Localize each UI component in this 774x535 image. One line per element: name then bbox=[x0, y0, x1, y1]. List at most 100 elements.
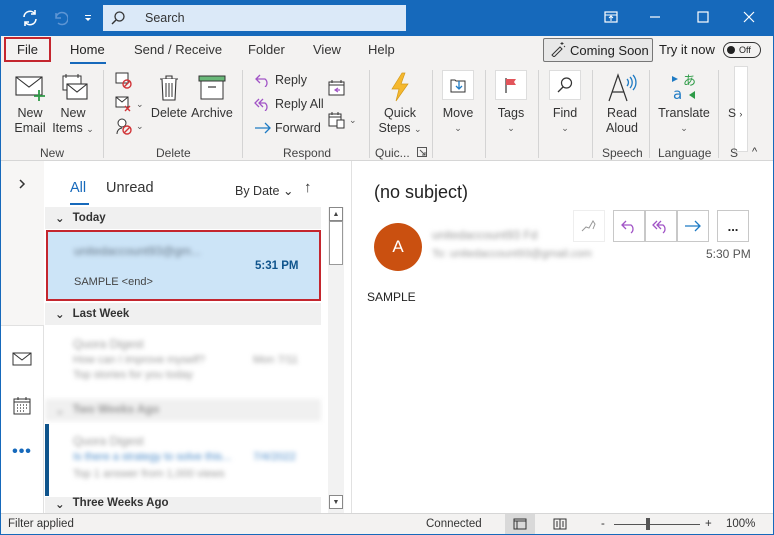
ribbon-display-icon[interactable] bbox=[599, 6, 623, 28]
quick-steps-button[interactable]: Quick Steps ⌄ bbox=[378, 72, 422, 137]
message-sender: Quora Digest bbox=[73, 434, 144, 448]
message-item[interactable]: Quora Digest Is there a strategy to solv… bbox=[45, 424, 321, 496]
new-outlook-toggle[interactable]: Off bbox=[723, 42, 761, 58]
new-email-label-2: Email bbox=[14, 121, 46, 135]
forward-action-button[interactable] bbox=[677, 210, 709, 242]
flag-icon bbox=[495, 70, 527, 100]
tab-send-receive[interactable]: Send / Receive bbox=[134, 42, 222, 57]
reply-all-action-button[interactable] bbox=[645, 210, 677, 242]
chevron-down-icon: ⌄ bbox=[136, 98, 144, 109]
zoom-slider-track[interactable] bbox=[614, 524, 700, 525]
sender-address[interactable]: unitedaccount93 Fd bbox=[432, 228, 537, 242]
tab-home[interactable]: Home bbox=[70, 42, 105, 57]
group-header-today[interactable]: ⌄ Today bbox=[45, 207, 321, 229]
selected-message-item[interactable]: unitedaccount93@gm... 5:31 PM SAMPLE <en… bbox=[46, 230, 321, 301]
new-email-button[interactable]: New Email bbox=[12, 74, 48, 136]
sort-by-label: By Date bbox=[235, 184, 280, 198]
sync-icon[interactable] bbox=[20, 8, 40, 28]
read-aloud-button[interactable]: Read Aloud bbox=[600, 72, 644, 136]
find-button[interactable]: Find ⌄ bbox=[548, 70, 582, 136]
translate-button[interactable]: aあ Translate ⌄ bbox=[656, 72, 712, 136]
ignore-button[interactable] bbox=[115, 72, 133, 90]
coming-soon-button[interactable]: Coming Soon bbox=[543, 38, 653, 62]
zoom-level[interactable]: 100% bbox=[726, 518, 755, 530]
tags-label: Tags bbox=[497, 106, 525, 120]
message-subject: Is there a strategy to solve this... bbox=[73, 451, 232, 463]
group-separator bbox=[592, 70, 593, 158]
meeting-reply-button[interactable] bbox=[328, 79, 346, 97]
quick-steps-label-1: Quick bbox=[384, 106, 416, 120]
tags-button[interactable]: Tags ⌄ bbox=[494, 70, 528, 136]
tab-file[interactable]: File bbox=[4, 37, 51, 62]
reading-view-button[interactable] bbox=[545, 514, 575, 534]
new-items-label-1: New bbox=[60, 106, 86, 120]
delete-button[interactable]: Delete bbox=[150, 74, 188, 121]
sender-avatar[interactable]: A bbox=[374, 223, 422, 271]
message-preview: Top 1 answer from 1,000 views bbox=[73, 468, 225, 480]
filter-unread-tab[interactable]: Unread bbox=[106, 180, 154, 196]
group-label-respond: Respond bbox=[283, 146, 332, 160]
chevron-down-icon: ⌄ bbox=[55, 499, 65, 511]
reply-action-button[interactable] bbox=[613, 210, 645, 242]
mail-icon[interactable] bbox=[12, 349, 32, 369]
maximize-icon[interactable] bbox=[691, 6, 715, 28]
junk-button[interactable]: ⌄ bbox=[115, 117, 144, 135]
filter-status: Filter applied bbox=[8, 518, 74, 530]
message-list-scrollbar[interactable]: ▲ ▼ bbox=[328, 207, 344, 513]
chevron-down-icon: ⌄ bbox=[55, 213, 65, 225]
filter-all-tab[interactable]: All bbox=[70, 180, 86, 196]
undo-icon[interactable] bbox=[50, 8, 70, 28]
zoom-in-button[interactable]: + bbox=[705, 518, 712, 530]
reply-all-button[interactable]: Reply All bbox=[254, 97, 324, 111]
group-label-new: New bbox=[40, 146, 65, 160]
collapse-ribbon-icon[interactable]: ^ bbox=[752, 146, 757, 158]
sort-direction-icon[interactable]: ↑ bbox=[304, 179, 312, 196]
chevron-down-icon: ⌄ bbox=[55, 405, 65, 417]
message-item[interactable]: Quora Digest How can I improve myself? M… bbox=[45, 327, 321, 397]
message-preview: SAMPLE <end> bbox=[74, 276, 153, 288]
more-actions-button[interactable]: ... bbox=[717, 210, 749, 242]
expand-folder-pane-icon[interactable] bbox=[12, 174, 32, 194]
svg-text:あ: あ bbox=[683, 74, 696, 89]
clean-up-button[interactable]: ⌄ bbox=[115, 95, 144, 113]
tab-view[interactable]: View bbox=[313, 42, 341, 57]
scroll-down-icon[interactable]: ▼ bbox=[329, 495, 343, 509]
group-header-three-weeks-ago[interactable]: ⌄ Three Weeks Ago bbox=[45, 497, 321, 513]
dialog-launcher-icon[interactable] bbox=[417, 147, 427, 157]
quick-access-dropdown-icon[interactable] bbox=[78, 8, 98, 28]
move-icon bbox=[442, 70, 474, 100]
new-items-button[interactable]: New Items ⌄ bbox=[52, 74, 94, 137]
group-header-last-week[interactable]: ⌄ Last Week bbox=[45, 303, 321, 325]
zoom-slider-thumb[interactable] bbox=[646, 518, 651, 530]
zoom-out-button[interactable]: - bbox=[601, 518, 605, 530]
reply-all-icon bbox=[652, 220, 666, 234]
more-respond-button[interactable]: ⌄ bbox=[328, 111, 357, 129]
group-header-two-weeks-ago[interactable]: ⌄ Two Weeks Ago bbox=[45, 399, 321, 421]
forward-button[interactable]: Forward bbox=[254, 121, 321, 135]
tab-folder[interactable]: Folder bbox=[248, 42, 285, 57]
sort-by-dropdown[interactable]: By Date ⌄ bbox=[235, 183, 293, 198]
scroll-up-icon[interactable]: ▲ bbox=[329, 207, 343, 221]
calendar-icon[interactable] bbox=[12, 396, 32, 416]
new-items-icon bbox=[62, 74, 88, 100]
group-separator bbox=[242, 70, 243, 158]
coming-soon-label: Coming Soon bbox=[570, 42, 649, 58]
archive-button[interactable]: Archive bbox=[190, 74, 234, 121]
reply-button[interactable]: Reply bbox=[254, 73, 307, 87]
close-icon[interactable] bbox=[737, 6, 761, 28]
tab-help[interactable]: Help bbox=[368, 42, 395, 57]
minimize-icon[interactable] bbox=[643, 6, 667, 28]
reply-icon bbox=[255, 74, 268, 87]
translate-label: Translate bbox=[658, 106, 710, 120]
search-box[interactable]: Search bbox=[103, 5, 406, 31]
more-apps-icon[interactable]: ••• bbox=[12, 442, 32, 462]
connection-status: Connected bbox=[426, 518, 482, 530]
email-time: 5:30 PM bbox=[706, 247, 751, 261]
meeting-reply-icon bbox=[328, 80, 345, 96]
group-label-language: Language bbox=[658, 146, 712, 160]
like-button[interactable] bbox=[573, 210, 605, 242]
normal-view-button[interactable] bbox=[505, 514, 535, 534]
scrollbar-thumb[interactable] bbox=[329, 221, 343, 265]
message-sender: Quora Digest bbox=[73, 337, 144, 351]
move-button[interactable]: Move ⌄ bbox=[441, 70, 475, 136]
